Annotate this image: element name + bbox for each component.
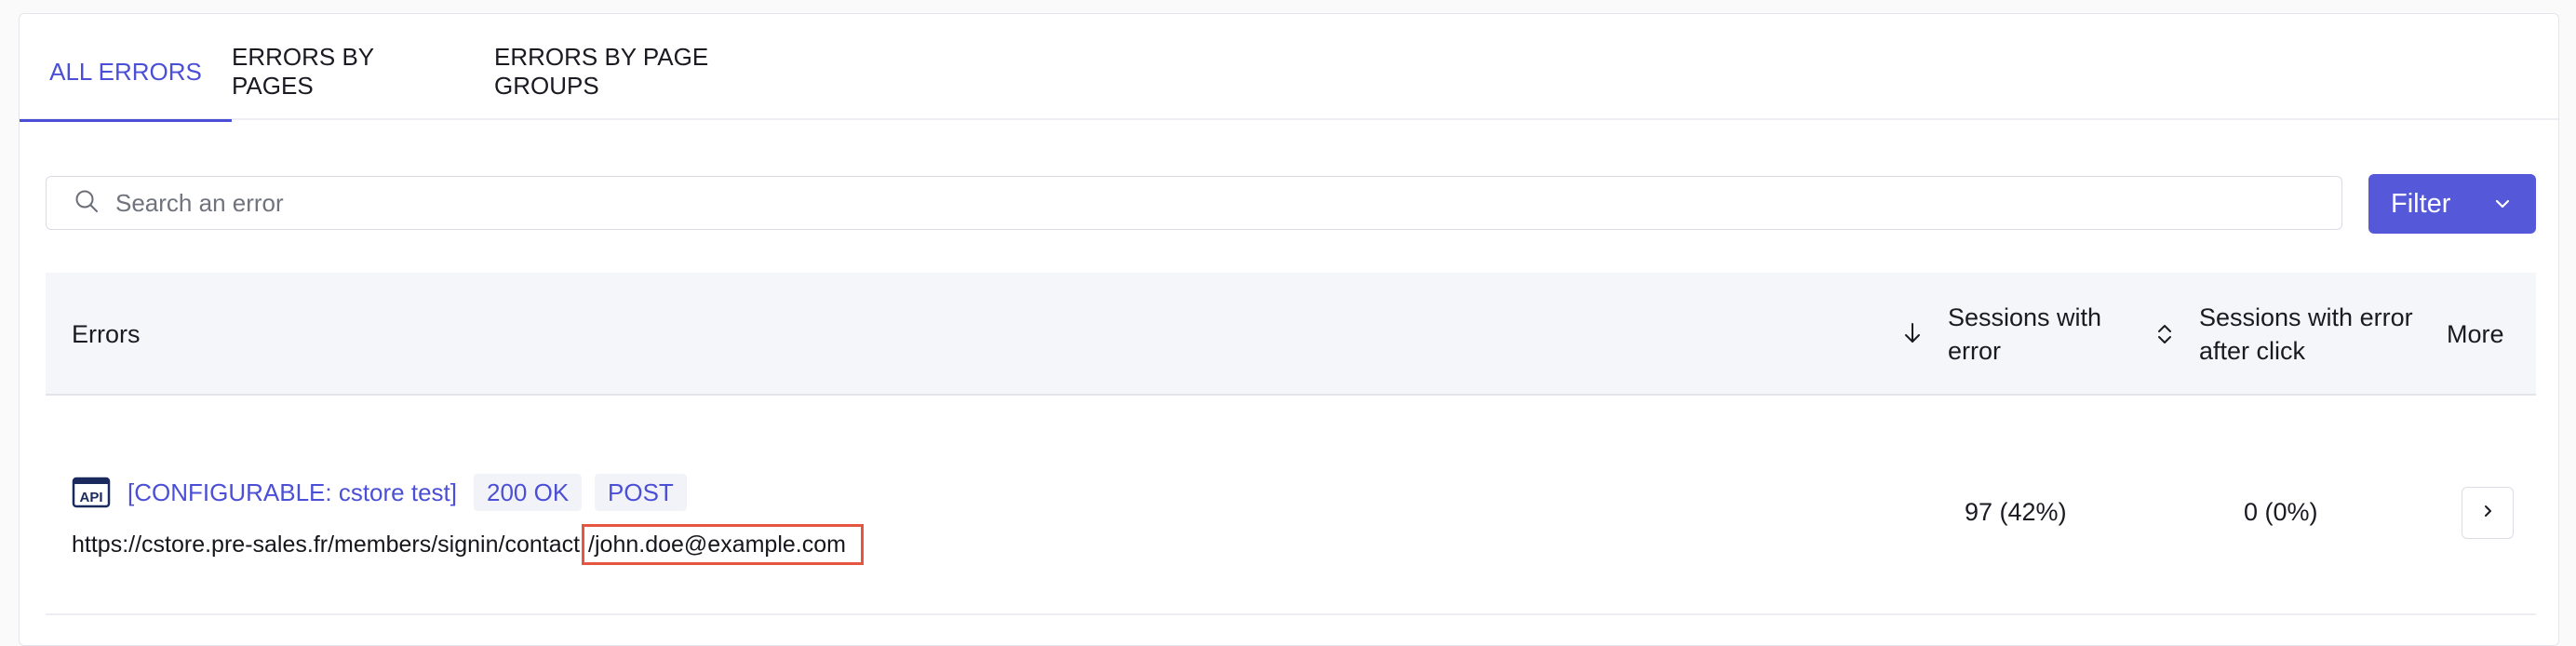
table-header: Errors Sessions with error Sessions with…	[46, 273, 2536, 396]
filter-label: Filter	[2391, 188, 2451, 219]
sessions-with-error-value: 97 (42%)	[1965, 498, 2067, 526]
tab-all-errors[interactable]: ALL ERRORS	[20, 14, 232, 122]
more-button[interactable]	[2462, 487, 2514, 539]
filter-button[interactable]: Filter	[2368, 174, 2536, 234]
column-header-more: More	[2447, 320, 2504, 348]
tab-bar: ALL ERRORS ERRORS BY PAGES ERRORS BY PAG…	[20, 14, 2558, 122]
arrow-down-icon[interactable]	[1901, 321, 1924, 350]
status-badge: 200 OK	[474, 474, 583, 511]
column-header-errors: Errors	[72, 320, 141, 348]
sessions-with-error-after-click-value: 0 (0%)	[2244, 498, 2318, 526]
api-icon: API	[72, 476, 111, 514]
errors-panel: ALL ERRORS ERRORS BY PAGES ERRORS BY PAG…	[19, 13, 2559, 646]
error-url-prefix: https://cstore.pre-sales.fr/members/sign…	[72, 532, 581, 558]
column-header-sessions-with-error-after-click[interactable]: Sessions with error after click	[2199, 301, 2422, 368]
tab-errors-by-pages[interactable]: ERRORS BY PAGES	[232, 14, 418, 120]
method-badge: POST	[595, 474, 687, 511]
svg-text:API: API	[79, 490, 102, 505]
sort-updown-icon[interactable]	[2154, 321, 2175, 352]
error-title[interactable]: [CONFIGURABLE: cstore test]	[127, 476, 457, 509]
error-url: https://cstore.pre-sales.fr/members/sign…	[72, 524, 864, 565]
column-header-sessions-with-error[interactable]: Sessions with error	[1948, 301, 2134, 368]
search-input[interactable]	[115, 188, 2256, 218]
search-box[interactable]	[46, 176, 2342, 230]
chevron-right-icon	[2479, 503, 2496, 524]
search-icon	[74, 189, 99, 218]
error-url-highlighted: /john.doe@example.com	[582, 524, 864, 565]
tab-errors-by-page-groups[interactable]: ERRORS BY PAGE GROUPS	[494, 14, 811, 120]
table-row[interactable]: API [CONFIGURABLE: cstore test] 200 OK P…	[46, 396, 2536, 615]
